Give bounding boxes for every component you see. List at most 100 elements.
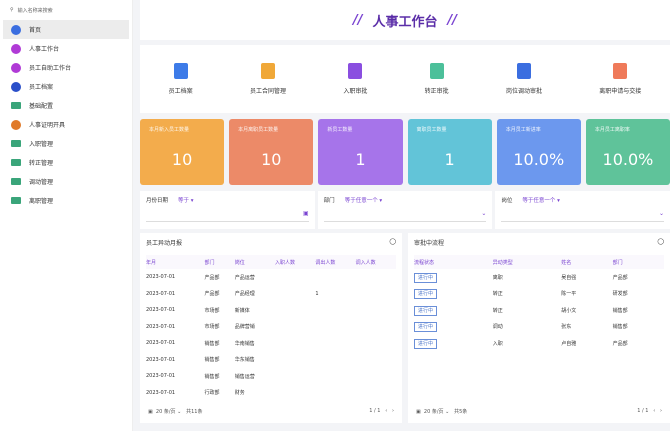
table-cell [275, 286, 315, 303]
sidebar-item[interactable]: 人事工作台 [3, 39, 129, 58]
table-cell: 产品部 [204, 291, 220, 298]
column-header[interactable]: 部门 [204, 255, 235, 269]
sidebar-item[interactable]: 员工档案 [3, 77, 129, 96]
refresh-icon[interactable]: ◯ [389, 238, 396, 247]
column-header[interactable]: 岗位 [234, 255, 276, 269]
quick-action[interactable]: 离职申请与交接 [599, 63, 641, 95]
table-row: 2023-07-01 销售部 华东销售 [146, 352, 396, 369]
table-cell: 产品部 [612, 274, 628, 281]
menu-icon [11, 119, 21, 130]
quick-action[interactable]: 入职审批 [343, 63, 367, 95]
table-cell: 陈一平 [561, 291, 577, 298]
pagination: ▣ 20 条/页 ⌄ 共5条 1 / 1 ‹ › [416, 408, 662, 415]
folder-icon [11, 178, 21, 185]
quick-action[interactable]: 员工档案 [169, 63, 193, 95]
sidebar-item[interactable]: 人事证明开具 [3, 115, 129, 134]
table-row: 2023-07-01 行政部 财务 [146, 385, 396, 402]
table-cell: 华东销售 [234, 357, 255, 364]
status-badge: 进行中 [414, 305, 438, 316]
sidebar-item[interactable]: 员工自助工作台 [3, 58, 129, 77]
table-cell: 2023-07-01 [146, 290, 176, 297]
table-header: 流程状态 异动类型 姓名 部门 [414, 255, 664, 269]
column-header[interactable]: 部门 [612, 255, 664, 269]
table-cell [356, 319, 396, 336]
column-header[interactable]: 流程状态 [414, 255, 493, 269]
table-cell [275, 385, 315, 402]
quick-action[interactable]: 转正审批 [425, 63, 449, 95]
table-cell [315, 319, 355, 336]
folder-icon [11, 102, 21, 109]
prev-page-button[interactable]: ‹ [653, 408, 655, 414]
table-cell [315, 269, 355, 286]
column-header[interactable]: 姓名 [561, 255, 613, 269]
page-size-select[interactable]: ▣ 20 条/页 ⌄ [416, 409, 449, 415]
table-cell: 产品运营 [234, 274, 255, 281]
sidebar-item[interactable]: 离职管理 [3, 191, 129, 210]
search-input[interactable]: ⚲ 输入名称来搜索 [6, 4, 126, 16]
next-page-button[interactable]: › [660, 408, 662, 414]
quick-action[interactable]: 员工合同管理 [250, 63, 286, 95]
table-cell [275, 352, 315, 369]
table-cell: 2023-07-01 [146, 356, 176, 363]
table-cell [356, 286, 396, 303]
table-cell: 调动 [492, 324, 503, 331]
table-cell: 研发部 [612, 291, 628, 298]
column-header[interactable]: 入职人数 [275, 255, 316, 269]
table-cell [275, 269, 315, 286]
refresh-icon[interactable]: ◯ [657, 238, 664, 247]
status-badge: 进行中 [414, 272, 438, 283]
page-size-select[interactable]: ▣ 20 条/页 ⌄ [148, 409, 181, 415]
table-cell: 2023-07-01 [146, 307, 176, 314]
table-cell: 2023-07-01 [146, 373, 176, 380]
sidebar-item[interactable]: 入职管理 [3, 134, 129, 153]
column-header[interactable]: 调出人数 [315, 255, 356, 269]
table-cell: 产品经理 [234, 291, 255, 298]
table-cell [356, 385, 396, 402]
stat-card: 本月员工离职率 10.0% [585, 119, 670, 185]
table-cell: 销售部 [204, 340, 220, 347]
filter: 月份日期 等于 ▾ ▣ [140, 191, 315, 229]
quick-action-icon [260, 63, 275, 79]
stat-card: 本月离职员工数量 10 [229, 119, 314, 185]
table-cell [315, 385, 355, 402]
table-cell: 品牌营销 [234, 324, 255, 331]
table-cell: 胡小文 [561, 307, 577, 314]
column-header[interactable]: 调入人数 [355, 255, 396, 269]
status-badge: 进行中 [414, 322, 438, 333]
menu-icon [11, 24, 21, 35]
sidebar-item[interactable]: 基础配置 [3, 96, 129, 115]
filter-input[interactable]: ⌄ [323, 210, 487, 222]
table-cell: 卢自雅 [561, 340, 577, 347]
column-header[interactable]: 年月 [146, 255, 205, 269]
quick-action[interactable]: 岗位调动审批 [506, 63, 542, 95]
sidebar-item[interactable]: 首页 [3, 20, 129, 39]
table-cell [275, 302, 315, 319]
sidebar-item[interactable]: 转正管理 [3, 153, 129, 172]
operator-select[interactable]: 等于 ▾ [178, 196, 194, 204]
stat-card: 离职员工数量 1 [407, 119, 492, 185]
next-page-button[interactable]: › [392, 408, 394, 414]
stat-card: 新员工数量 1 [318, 119, 403, 185]
filter: 部门 等于任意一个 ▾ ⌄ [317, 191, 493, 229]
column-header[interactable]: 异动类型 [492, 255, 562, 269]
sidebar-item[interactable]: 调动管理 [3, 172, 129, 191]
table-cell: 销售部 [612, 324, 628, 331]
folder-icon [11, 140, 21, 147]
table-row: 2023-07-01 销售部 销售运营 [146, 368, 396, 385]
filter-input[interactable]: ⌄ [501, 210, 665, 222]
table-row: 进行中 转正 胡小文 销售部 [414, 302, 664, 319]
table-cell: 1 [315, 290, 319, 297]
quick-action-icon [173, 63, 188, 79]
stat-card: 本月员工新进率 10.0% [496, 119, 581, 185]
folder-icon [11, 197, 21, 204]
prev-page-button[interactable]: ‹ [385, 408, 387, 414]
table-cell: 市场部 [204, 324, 220, 331]
table-cell: 转正 [492, 291, 503, 298]
search-icon: ⚲ [10, 7, 14, 13]
status-badge: 进行中 [414, 338, 438, 349]
operator-select[interactable]: 等于任意一个 ▾ [345, 196, 383, 204]
operator-select[interactable]: 等于任意一个 ▾ [522, 196, 560, 204]
filter-input[interactable]: ▣ [146, 210, 309, 222]
table-cell [356, 335, 396, 352]
status-badge: 进行中 [414, 289, 438, 300]
